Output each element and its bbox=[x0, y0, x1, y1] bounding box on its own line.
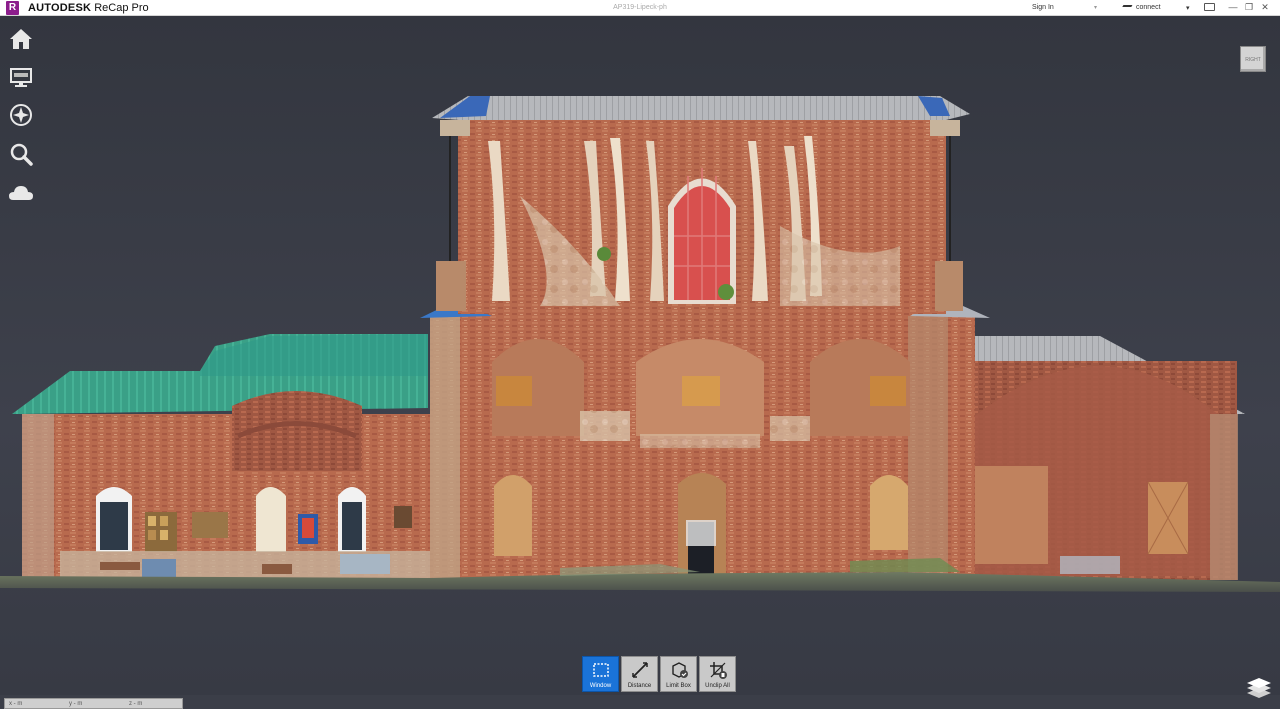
messages-icon[interactable] bbox=[1204, 3, 1215, 11]
title-bar: R AUTODESK ReCap Pro AP319-Lipeck-ph Sig… bbox=[0, 0, 1280, 16]
window-label: Window bbox=[589, 683, 612, 689]
sign-in-button[interactable]: Sign In bbox=[1032, 4, 1054, 11]
limit-box-icon bbox=[672, 662, 688, 678]
close-button[interactable]: ✕ bbox=[1258, 1, 1272, 14]
layers-icon[interactable] bbox=[1246, 678, 1272, 700]
distance-button[interactable]: Distance bbox=[621, 656, 658, 692]
viewport-3d[interactable]: RIGHT x - m y - m z - m bbox=[0, 16, 1280, 709]
y-coordinate: y - m bbox=[69, 701, 83, 707]
unclip-all-button[interactable]: Unclip All bbox=[699, 656, 736, 692]
connect-icon bbox=[1120, 5, 1133, 10]
unclip-all-label: Unclip All bbox=[705, 683, 730, 689]
window-select-icon bbox=[593, 663, 609, 677]
connect-caret-icon[interactable]: ▾ bbox=[1186, 4, 1190, 12]
app-title: AUTODESK ReCap Pro bbox=[28, 1, 149, 15]
sign-in-caret-icon[interactable]: ▾ bbox=[1094, 4, 1097, 11]
brand-name: AUTODESK bbox=[28, 2, 92, 14]
distance-icon bbox=[632, 662, 648, 678]
home-icon[interactable] bbox=[8, 26, 34, 52]
recap-logo: R bbox=[6, 1, 19, 15]
z-coordinate: z - m bbox=[129, 701, 143, 707]
point-cloud-scan[interactable] bbox=[0, 78, 1280, 598]
distance-label: Distance bbox=[627, 683, 652, 689]
minimize-button[interactable]: — bbox=[1226, 1, 1240, 14]
view-cube[interactable]: RIGHT bbox=[1240, 46, 1266, 72]
window-select-button[interactable]: Window bbox=[582, 656, 619, 692]
product-name: ReCap Pro bbox=[94, 2, 149, 14]
coordinate-readout: x - m y - m z - m bbox=[4, 698, 183, 709]
document-title: AP319-Lipeck-ph bbox=[613, 4, 667, 11]
limit-box-label: Limit Box bbox=[666, 683, 691, 689]
x-coordinate: x - m bbox=[9, 701, 23, 707]
clip-toolbar: Window Distance Limit Box Unclip All bbox=[582, 656, 736, 692]
restore-button[interactable]: ❐ bbox=[1242, 1, 1256, 14]
limit-box-button[interactable]: Limit Box bbox=[660, 656, 697, 692]
connect-menu[interactable]: connect bbox=[1136, 4, 1161, 11]
unclip-icon bbox=[710, 662, 727, 679]
